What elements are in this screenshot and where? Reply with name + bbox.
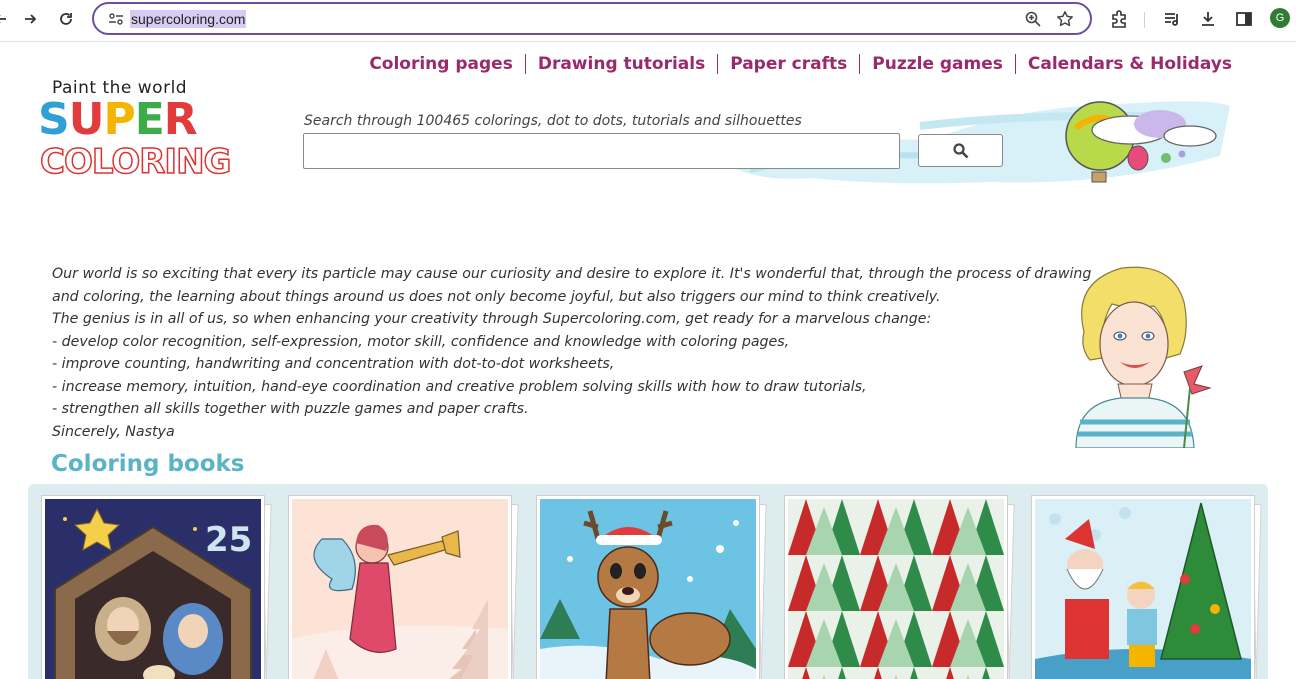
search-label: Search through 100465 colorings, dot to … xyxy=(304,113,802,129)
search-icon xyxy=(952,142,968,158)
logo-coloring: COLORING xyxy=(39,141,232,183)
intro-text: Our world is so exciting that every its … xyxy=(52,263,1092,443)
logo-super: SUPER xyxy=(38,94,198,145)
intro-line: - develop color recognition, self-expres… xyxy=(52,333,790,350)
book-cover[interactable]: 25 xyxy=(41,495,265,679)
intro-line: - increase memory, intuition, hand-eye c… xyxy=(52,378,867,395)
download-icon[interactable] xyxy=(1195,6,1221,32)
nav-paper-crafts[interactable]: Paper crafts xyxy=(717,54,859,74)
zoom-icon[interactable] xyxy=(1024,10,1044,30)
santa-tree-cover-image xyxy=(1035,499,1251,679)
site-info-icon[interactable] xyxy=(106,11,126,27)
nativity-cover-image: 25 xyxy=(45,499,261,679)
angel-cover-image xyxy=(292,499,508,679)
reload-icon[interactable] xyxy=(53,6,79,32)
section-title-coloring-books: Coloring books xyxy=(51,451,245,477)
advent-number: 25 xyxy=(205,520,252,560)
nav-puzzle-games[interactable]: Puzzle games xyxy=(859,54,1015,74)
back-icon[interactable] xyxy=(0,6,14,32)
nastya-portrait xyxy=(1075,266,1212,448)
intro-signature: Sincerely, Nastya xyxy=(52,423,175,440)
search-input[interactable] xyxy=(303,133,900,169)
reindeer-cover-image xyxy=(540,499,756,679)
bookmark-star-icon[interactable] xyxy=(1056,10,1076,30)
browser-toolbar: supercoloring.com G xyxy=(0,0,1296,42)
book-cover[interactable] xyxy=(1031,495,1255,679)
book-card[interactable]: 25 xyxy=(41,495,272,679)
book-cover[interactable] xyxy=(784,495,1008,679)
nav-calendars-holidays[interactable]: Calendars & Holidays xyxy=(1014,54,1244,74)
book-card[interactable] xyxy=(288,495,519,679)
sidepanel-icon[interactable] xyxy=(1231,6,1257,32)
site-logo[interactable]: Paint the world SUPER COLORING xyxy=(38,78,234,190)
book-cover[interactable] xyxy=(288,495,512,679)
intro-line: Our world is so exciting that every its … xyxy=(52,266,1092,282)
christmas-tree-pattern-cover-image xyxy=(788,499,1004,679)
book-card[interactable] xyxy=(784,495,1015,679)
search-button[interactable] xyxy=(918,134,1003,167)
intro-line: and coloring, the learning about things … xyxy=(52,288,941,305)
extensions-icon[interactable] xyxy=(1106,6,1132,32)
media-icon[interactable] xyxy=(1159,6,1185,32)
intro-line: - improve counting, handwriting and conc… xyxy=(52,356,615,372)
forward-icon[interactable] xyxy=(17,6,43,32)
intro-line: - strengthen all skills together with pu… xyxy=(52,401,529,417)
address-bar[interactable]: supercoloring.com xyxy=(92,2,1092,35)
intro-line: The genius is in all of us, so when enha… xyxy=(52,311,932,327)
url-text[interactable]: supercoloring.com xyxy=(130,10,247,28)
main-nav: Coloring pages Drawing tutorials Paper c… xyxy=(357,54,1244,74)
nav-coloring-pages[interactable]: Coloring pages xyxy=(357,54,525,74)
book-cover[interactable] xyxy=(536,495,760,679)
profile-avatar[interactable]: G xyxy=(1270,8,1290,28)
book-card[interactable] xyxy=(1031,495,1262,679)
nav-drawing-tutorials[interactable]: Drawing tutorials xyxy=(524,54,717,74)
book-card[interactable] xyxy=(536,495,767,679)
toolbar-divider xyxy=(1144,12,1145,28)
